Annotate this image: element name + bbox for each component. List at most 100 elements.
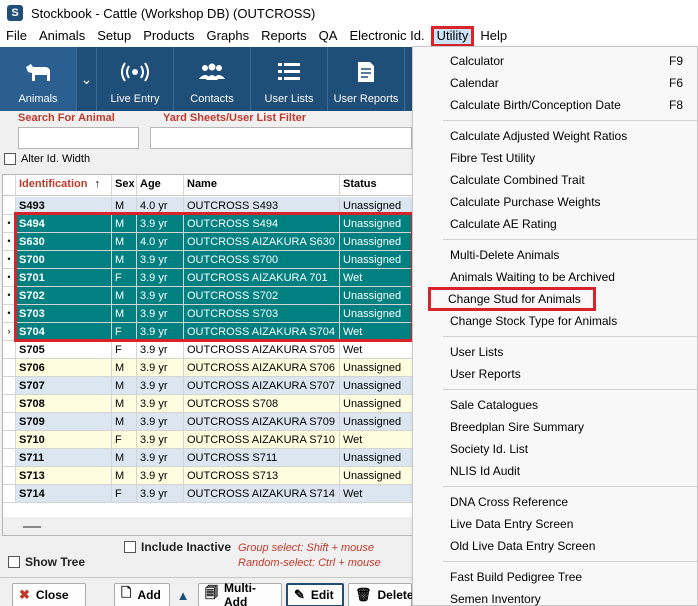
menu-item-old-live-data-entry-screen[interactable]: Old Live Data Entry Screen <box>413 535 697 557</box>
menu-qa[interactable]: QA <box>313 26 344 47</box>
table-row[interactable]: S714 F 3.9 yr OUTCROSS AIZAKURA S714 Wet <box>3 485 415 503</box>
toolbar-contacts-button[interactable]: Contacts <box>174 47 251 111</box>
menu-reports[interactable]: Reports <box>255 26 313 47</box>
cell-age: 3.9 yr <box>137 485 184 502</box>
menu-electronic-id[interactable]: Electronic Id. <box>343 26 430 47</box>
menu-utility[interactable]: Utility <box>430 26 475 47</box>
cell-name: OUTCROSS AIZAKURA S714 <box>184 485 340 502</box>
cell-name: OUTCROSS S494 <box>184 215 340 232</box>
menu-item-dna-cross-reference[interactable]: DNA Cross Reference <box>413 491 697 513</box>
filter-input[interactable] <box>150 127 412 149</box>
cell-age: 3.9 yr <box>137 449 184 466</box>
row-marker <box>3 467 16 484</box>
table-row[interactable]: › S704 F 3.9 yr OUTCROSS AIZAKURA S704 Wet <box>3 323 415 341</box>
row-marker <box>3 449 16 466</box>
menu-item-nlis-id-audit[interactable]: NLIS Id Audit <box>413 460 697 482</box>
menu-item-calculator[interactable]: Calculator F9 <box>413 50 697 72</box>
menu-item-semen-inventory[interactable]: Semen Inventory <box>413 588 697 606</box>
search-animal-input[interactable] <box>18 127 139 149</box>
menu-setup[interactable]: Setup <box>91 26 137 47</box>
menu-item-calculate-adjusted-weight-ratios[interactable]: Calculate Adjusted Weight Ratios <box>413 125 697 147</box>
horizontal-scrollbar[interactable] <box>3 517 415 535</box>
flask-icon[interactable]: ▲ <box>172 583 194 606</box>
toolbar-live-entry-button[interactable]: Live Entry <box>97 47 174 111</box>
table-row[interactable]: S705 F 3.9 yr OUTCROSS AIZAKURA S705 Wet <box>3 341 415 359</box>
cell-age: 4.0 yr <box>137 233 184 250</box>
table-row[interactable]: S713 M 3.9 yr OUTCROSS S713 Unassigned <box>3 467 415 485</box>
menu-item-society-id-list[interactable]: Society Id. List <box>413 438 697 460</box>
menu-item-calculate-purchase-weights[interactable]: Calculate Purchase Weights <box>413 191 697 213</box>
table-row[interactable]: • S700 M 3.9 yr OUTCROSS S700 Unassigned <box>3 251 415 269</box>
table-row[interactable]: S709 M 3.9 yr OUTCROSS AIZAKURA S709 Unassig… <box>3 413 415 431</box>
menu-item-calendar[interactable]: Calendar F6 <box>413 72 697 94</box>
menu-graphs[interactable]: Graphs <box>201 26 256 47</box>
delete-button[interactable]: 🗑 Delete <box>348 583 414 606</box>
menu-item-user-lists[interactable]: User Lists <box>413 341 697 363</box>
menu-item-breedplan-sire-summary[interactable]: Breedplan Sire Summary <box>413 416 697 438</box>
cell-identification: S707 <box>16 377 112 394</box>
close-button[interactable]: ✖ Close <box>12 583 86 606</box>
trash-icon: 🗑 <box>355 587 372 602</box>
cell-identification: S709 <box>16 413 112 430</box>
column-header-age[interactable]: Age <box>137 175 184 195</box>
table-row[interactable]: • S703 M 3.9 yr OUTCROSS S703 Unassigned <box>3 305 415 323</box>
column-header-status[interactable]: Status <box>340 175 415 195</box>
menu-animals[interactable]: Animals <box>33 26 91 47</box>
table-row[interactable]: • S494 M 3.9 yr OUTCROSS S494 Unassigned <box>3 215 415 233</box>
table-row[interactable]: S706 M 3.9 yr OUTCROSS AIZAKURA S706 Unassig… <box>3 359 415 377</box>
include-inactive-checkbox[interactable] <box>124 541 136 553</box>
menu-item-sale-catalogues[interactable]: Sale Catalogues <box>413 394 697 416</box>
add-button[interactable]: 🗋 Add <box>114 583 170 606</box>
table-row[interactable]: S707 M 3.9 yr OUTCROSS AIZAKURA S707 Unassig… <box>3 377 415 395</box>
menu-item-calculate-ae-rating[interactable]: Calculate AE Rating <box>413 213 697 235</box>
scrollbar-thumb[interactable] <box>23 526 41 528</box>
show-tree-label: Show Tree <box>25 555 86 569</box>
table-row[interactable]: S708 M 3.9 yr OUTCROSS S708 Unassigned <box>3 395 415 413</box>
column-header-identification[interactable]: Identification ↑ <box>16 175 112 195</box>
menu-item-label: Change Stock Type for Animals <box>450 314 618 328</box>
toolbar-animals-button[interactable]: Animals <box>0 47 77 111</box>
menu-item-fast-build-pedigree-tree[interactable]: Fast Build Pedigree Tree <box>413 566 697 588</box>
table-row[interactable]: • S701 F 3.9 yr OUTCROSS AIZAKURA 701 Wet <box>3 269 415 287</box>
toolbar-user-reports-button[interactable]: User Reports <box>328 47 405 111</box>
menu-item-label: Calculate Adjusted Weight Ratios <box>450 129 628 143</box>
cell-age: 3.9 yr <box>137 359 184 376</box>
menu-item-multi-delete-animals[interactable]: Multi-Delete Animals <box>413 244 697 266</box>
multi-add-button[interactable]: 🗐 Multi-Add <box>198 581 282 606</box>
menu-item-shortcut: F6 <box>668 76 683 90</box>
cell-status: Wet <box>340 431 415 448</box>
row-marker: • <box>3 251 16 268</box>
table-row[interactable]: • S702 M 3.9 yr OUTCROSS S702 Unassigned <box>3 287 415 305</box>
menu-item-change-stud-for-animals[interactable]: Change Stud for Animals <box>413 287 697 311</box>
table-row[interactable]: S710 F 3.9 yr OUTCROSS AIZAKURA S710 Wet <box>3 431 415 449</box>
row-marker: › <box>3 323 16 340</box>
column-header-name[interactable]: Name <box>184 175 340 195</box>
table-row[interactable]: S493 M 4.0 yr OUTCROSS S493 Unassigned <box>3 197 415 215</box>
menu-item-user-reports[interactable]: User Reports <box>413 363 697 385</box>
cell-identification: S701 <box>16 269 112 286</box>
show-tree-checkbox[interactable] <box>8 556 20 568</box>
alter-id-width-checkbox[interactable] <box>4 153 16 165</box>
column-header-sex[interactable]: Sex <box>112 175 137 195</box>
menu-item-shortcut: F9 <box>668 54 683 68</box>
table-row[interactable]: S711 M 3.9 yr OUTCROSS S711 Unassigned <box>3 449 415 467</box>
cell-status: Unassigned <box>340 359 415 376</box>
broadcast-icon <box>120 61 150 87</box>
menu-file[interactable]: File <box>0 26 33 47</box>
menu-item-fibre-test-utility[interactable]: Fibre Test Utility <box>413 147 697 169</box>
cell-status: Unassigned <box>340 305 415 322</box>
toolbar-user-lists-button[interactable]: User Lists <box>251 47 328 111</box>
menu-products[interactable]: Products <box>137 26 200 47</box>
menu-item-calculate-birth-conception-date[interactable]: Calculate Birth/Conception Date F8 <box>413 94 697 116</box>
menu-help[interactable]: Help <box>474 26 513 47</box>
toolbar-animals-label: Animals <box>18 93 58 105</box>
cell-identification: S702 <box>16 287 112 304</box>
cell-age: 3.9 yr <box>137 269 184 286</box>
edit-button[interactable]: ✎ Edit <box>286 583 344 606</box>
toolbar-animals-dropdown[interactable]: ⌄ <box>77 47 97 111</box>
menu-item-calculate-combined-trait[interactable]: Calculate Combined Trait <box>413 169 697 191</box>
menu-item-animals-waiting-to-be-archived[interactable]: Animals Waiting to be Archived <box>413 266 697 288</box>
menu-item-change-stock-type-for-animals[interactable]: Change Stock Type for Animals <box>413 310 697 332</box>
table-row[interactable]: • S630 M 4.0 yr OUTCROSS AIZAKURA S630 Unassi… <box>3 233 415 251</box>
menu-item-live-data-entry-screen[interactable]: Live Data Entry Screen <box>413 513 697 535</box>
